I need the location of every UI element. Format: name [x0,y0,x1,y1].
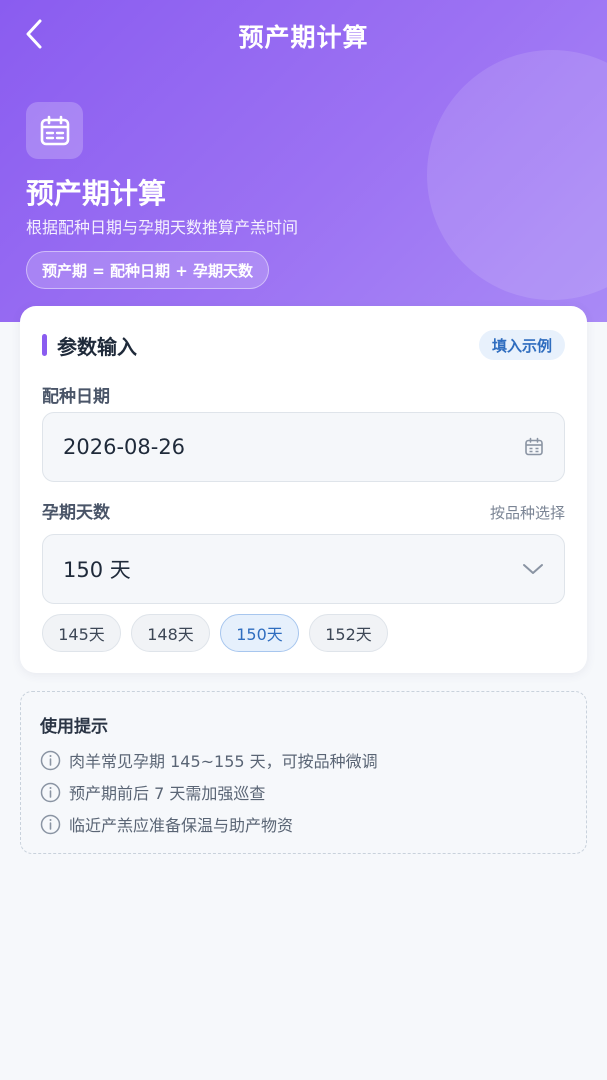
gestation-chips: 145天 148天 150天 152天 [42,614,388,652]
input-card: 参数输入 填入示例 配种日期 2026-08-26 孕期天数 按品种选择 150… [20,306,587,673]
hero-subtitle: 根据配种日期与孕期天数推算产羔时间 [26,218,299,237]
chip-145[interactable]: 145天 [42,614,121,652]
chip-150[interactable]: 150天 [220,614,299,652]
fill-example-button[interactable]: 填入示例 [478,330,565,360]
hero-title: 预产期计算 [26,177,167,210]
calendar-icon [525,437,543,456]
info-icon [40,782,61,802]
hero-calendar-badge [26,102,83,159]
tip-text: 临近产羔应准备保温与助产物资 [69,816,294,835]
gestation-value: 150 天 [63,558,131,582]
chevron-down-icon [523,564,543,574]
section-header: 参数输入 [42,332,137,359]
breeding-date-field[interactable]: 2026-08-26 [42,412,565,482]
header-banner: 预产期计算 预产期计算 根据配种日期与孕期天数推算产羔时间 预产期 = 配种日期… [0,0,607,322]
chip-148[interactable]: 148天 [131,614,210,652]
calendar-icon [40,115,69,145]
formula-badge: 预产期 = 配种日期 + 孕期天数 [26,251,270,289]
breeding-date-label: 配种日期 [42,387,110,407]
gestation-label: 孕期天数 [42,503,110,523]
info-icon [40,814,61,834]
info-icon [40,750,61,770]
tips-title: 使用提示 [40,717,108,737]
section-accent-bar [42,334,47,356]
decor-circle [427,50,607,300]
tip-text: 肉羊常见孕期 145~155 天，可按品种微调 [69,752,378,771]
tip-item: 临近产羔应准备保温与助产物资 [40,812,293,836]
page-title: 预产期计算 [238,23,369,52]
usage-tips: 使用提示 肉羊常见孕期 145~155 天，可按品种微调 预产期前后 7 天需加… [20,691,587,854]
chip-152[interactable]: 152天 [309,614,388,652]
tip-item: 肉羊常见孕期 145~155 天，可按品种微调 [40,748,378,772]
tip-item: 预产期前后 7 天需加强巡查 [40,780,265,804]
nav-bar: 预产期计算 [0,0,607,74]
breed-select-link[interactable]: 按品种选择 [490,502,565,523]
section-title: 参数输入 [57,334,137,359]
breeding-date-value: 2026-08-26 [63,435,186,459]
tip-text: 预产期前后 7 天需加强巡查 [69,784,266,803]
gestation-select[interactable]: 150 天 [42,534,565,604]
